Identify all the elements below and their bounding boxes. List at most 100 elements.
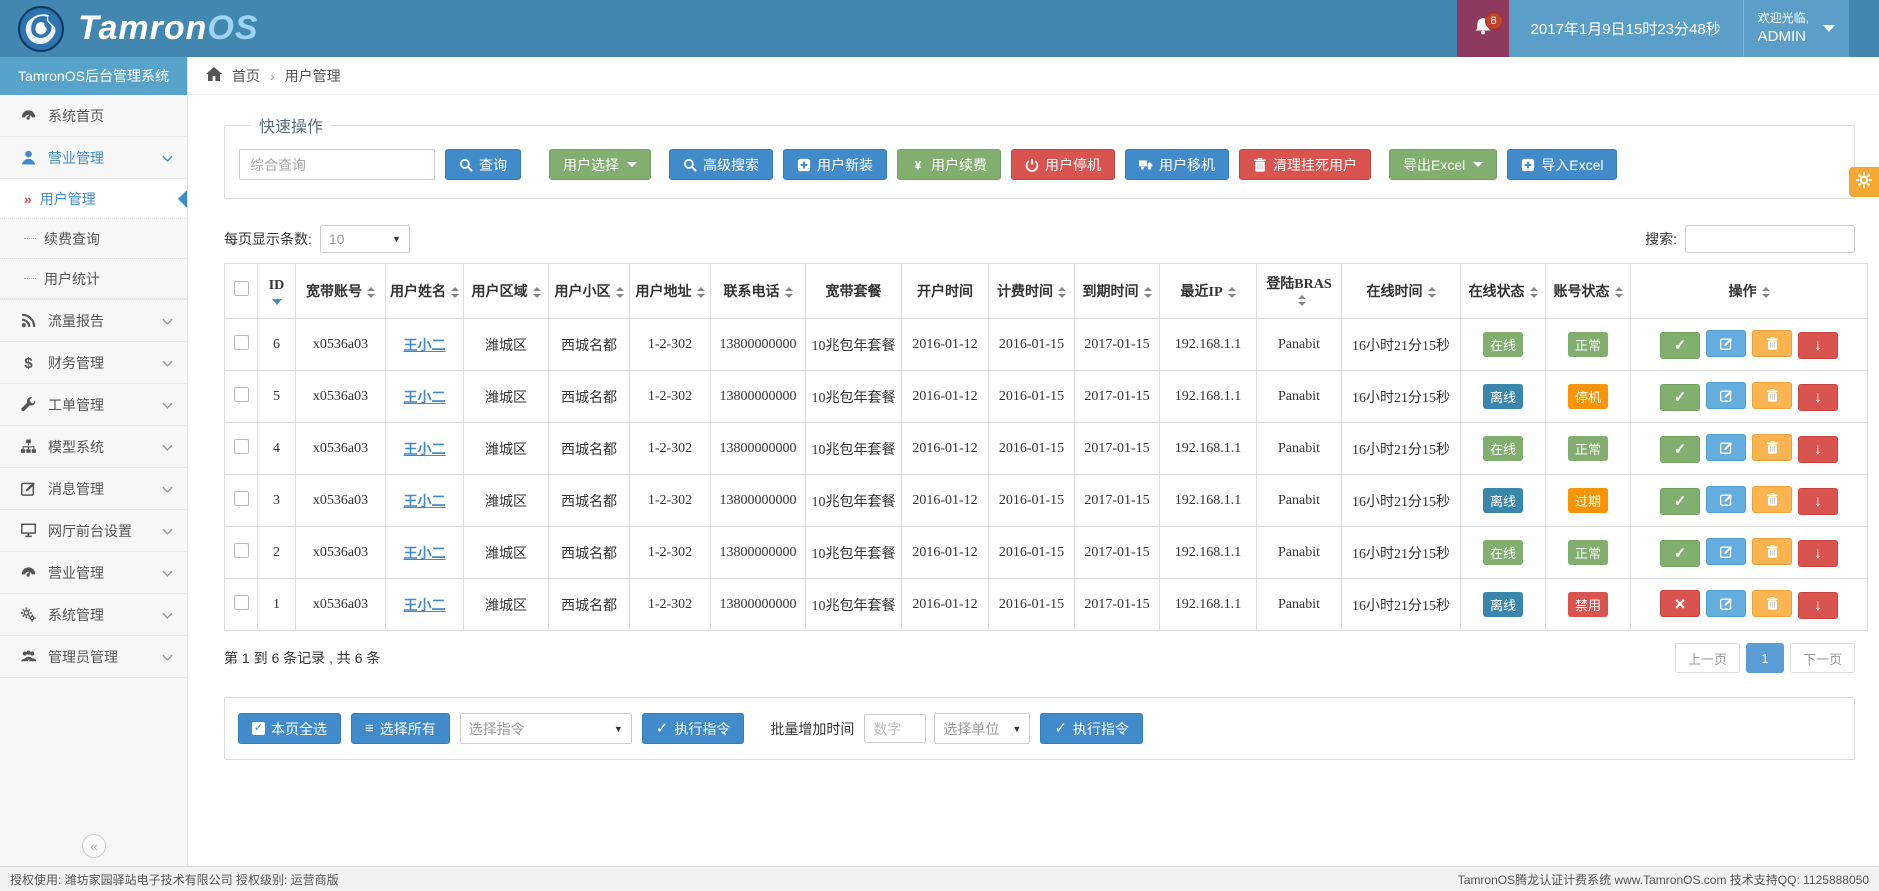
table-search-input[interactable] [1685,225,1855,253]
column-header-select[interactable] [225,264,258,319]
user-name-link[interactable]: 王小二 [404,339,446,354]
row-checkbox[interactable] [234,543,249,558]
action-trash-button[interactable] [1752,590,1792,617]
action-edit-button[interactable] [1706,330,1746,357]
quickop-button-查询[interactable]: 查询 [445,149,521,180]
column-header-开户时间[interactable]: 开户时间 [902,264,989,319]
user-name-link[interactable]: 王小二 [404,495,446,510]
quickop-button-用户续费[interactable]: ¥用户续费 [897,149,1001,180]
user-name-link[interactable]: 王小二 [404,443,446,458]
user-name-link[interactable]: 王小二 [404,391,446,406]
notifications-button[interactable]: 8 [1457,0,1509,57]
column-header-在线时间[interactable]: 在线时间 [1342,264,1461,319]
action-download-button[interactable]: ↓ [1798,488,1838,515]
sidebar-item-10[interactable]: 系统管理 [0,594,187,636]
quickop-button-用户停机[interactable]: 用户停机 [1011,149,1115,180]
action-download-button[interactable]: ↓ [1798,384,1838,411]
column-header-计费时间[interactable]: 计费时间 [989,264,1075,319]
action-download-button[interactable]: ↓ [1798,592,1838,619]
row-checkbox[interactable] [234,595,249,610]
admin-menu-button[interactable]: 欢迎光临, ADMIN [1743,0,1849,57]
action-edit-button[interactable] [1706,590,1746,617]
sidebar-subitem-用户管理[interactable]: »用户管理 [0,179,187,219]
dollar-icon: $ [18,355,38,370]
column-header-联系电话[interactable]: 联系电话 [711,264,806,319]
command-select[interactable]: 选择指令▼ [460,713,632,744]
user-name-link[interactable]: 王小二 [404,599,446,614]
sidebar-item-4[interactable]: $财务管理 [0,342,187,384]
column-header-宽带账号[interactable]: 宽带账号 [296,264,386,319]
settings-gear-button[interactable] [1849,167,1879,197]
execute-command-button[interactable]: ✓ 执行指令 [642,713,745,744]
select-all-button[interactable]: ≡ 选择所有 [351,713,450,744]
column-header-用户姓名[interactable]: 用户姓名 [386,264,464,319]
column-header-用户小区[interactable]: 用户小区 [549,264,630,319]
column-header-到期时间[interactable]: 到期时间 [1075,264,1160,319]
sidebar-collapse-button[interactable]: « [82,834,106,858]
column-header-用户区域[interactable]: 用户区域 [464,264,549,319]
action-trash-button[interactable] [1752,538,1792,565]
action-edit-button[interactable] [1706,486,1746,513]
column-header-ID[interactable]: ID [258,264,296,319]
action-edit-button[interactable] [1706,434,1746,461]
sidebar-item-6[interactable]: 模型系统 [0,426,187,468]
sidebar-item-8[interactable]: 网厅前台设置 [0,510,187,552]
sort-icon [697,287,705,298]
user-name-link[interactable]: 王小二 [404,547,446,562]
sidebar-item-1[interactable]: 系统首页 [0,95,187,137]
sidebar-item-3[interactable]: 流量报告 [0,300,187,342]
sidebar-item-11[interactable]: 管理员管理 [0,636,187,678]
quickop-button-用户移机[interactable]: 用户移机 [1125,149,1229,180]
row-checkbox[interactable] [234,387,249,402]
action-download-button[interactable]: ↓ [1798,332,1838,359]
column-header-在线状态[interactable]: 在线状态 [1461,264,1546,319]
sidebar-subitem-用户统计[interactable]: 用户统计 [0,259,187,299]
execute-batch-button[interactable]: ✓ 执行指令 [1040,713,1143,744]
action-edit-button[interactable] [1706,382,1746,409]
current-page-button[interactable]: 1 [1746,643,1784,673]
action-check-button[interactable]: ✓ [1660,488,1700,515]
quickop-button-用户选择[interactable]: 用户选择 [549,149,651,180]
next-page-button[interactable]: 下一页 [1790,643,1855,673]
row-checkbox[interactable] [234,491,249,506]
column-header-用户地址[interactable]: 用户地址 [630,264,711,319]
action-download-button[interactable]: ↓ [1798,436,1838,463]
action-x-button[interactable]: × [1660,590,1700,617]
username: ADMIN [1758,27,1809,47]
combined-search-input[interactable] [239,149,435,180]
select-page-button[interactable]: ✓ 本页全选 [238,713,341,744]
action-download-button[interactable]: ↓ [1798,540,1838,567]
row-checkbox[interactable] [234,335,249,350]
batch-number-input[interactable] [864,714,926,743]
sidebar-item-7[interactable]: 消息管理 [0,468,187,510]
action-trash-button[interactable] [1752,434,1792,461]
per-page-select[interactable]: 10▼ [320,225,410,253]
prev-page-button[interactable]: 上一页 [1675,643,1740,673]
sidebar-item-9[interactable]: 营业管理 [0,552,187,594]
action-trash-button[interactable] [1752,486,1792,513]
action-edit-button[interactable] [1706,538,1746,565]
action-check-button[interactable]: ✓ [1660,332,1700,359]
row-checkbox[interactable] [234,439,249,454]
action-trash-button[interactable] [1752,382,1792,409]
column-header-登陆BRAS[interactable]: 登陆BRAS [1257,264,1342,319]
quickop-button-用户新装[interactable]: 用户新装 [783,149,887,180]
quickop-button-高级搜索[interactable]: 高级搜索 [669,149,773,180]
action-check-button[interactable]: ✓ [1660,540,1700,567]
breadcrumb-home[interactable]: 首页 [232,66,260,86]
column-header-操作[interactable]: 操作 [1631,264,1868,319]
quickop-button-清理挂死用户[interactable]: 清理挂死用户 [1239,149,1371,180]
action-trash-button[interactable] [1752,330,1792,357]
action-check-button[interactable]: ✓ [1660,436,1700,463]
action-check-button[interactable]: ✓ [1660,384,1700,411]
sidebar-subitem-续费查询[interactable]: 续费查询 [0,219,187,259]
unit-select[interactable]: 选择单位▼ [934,713,1030,744]
sidebar-item-2[interactable]: 营业管理 [0,137,187,179]
sidebar-item-5[interactable]: 工单管理 [0,384,187,426]
column-header-账号状态[interactable]: 账号状态 [1546,264,1631,319]
column-header-宽带套餐[interactable]: 宽带套餐 [806,264,902,319]
select-all-checkbox[interactable] [234,281,249,296]
column-header-最近IP[interactable]: 最近IP [1160,264,1257,319]
quickop-button-导出Excel[interactable]: 导出Excel [1389,149,1497,180]
quickop-button-导入Excel[interactable]: 导入Excel [1507,149,1617,180]
